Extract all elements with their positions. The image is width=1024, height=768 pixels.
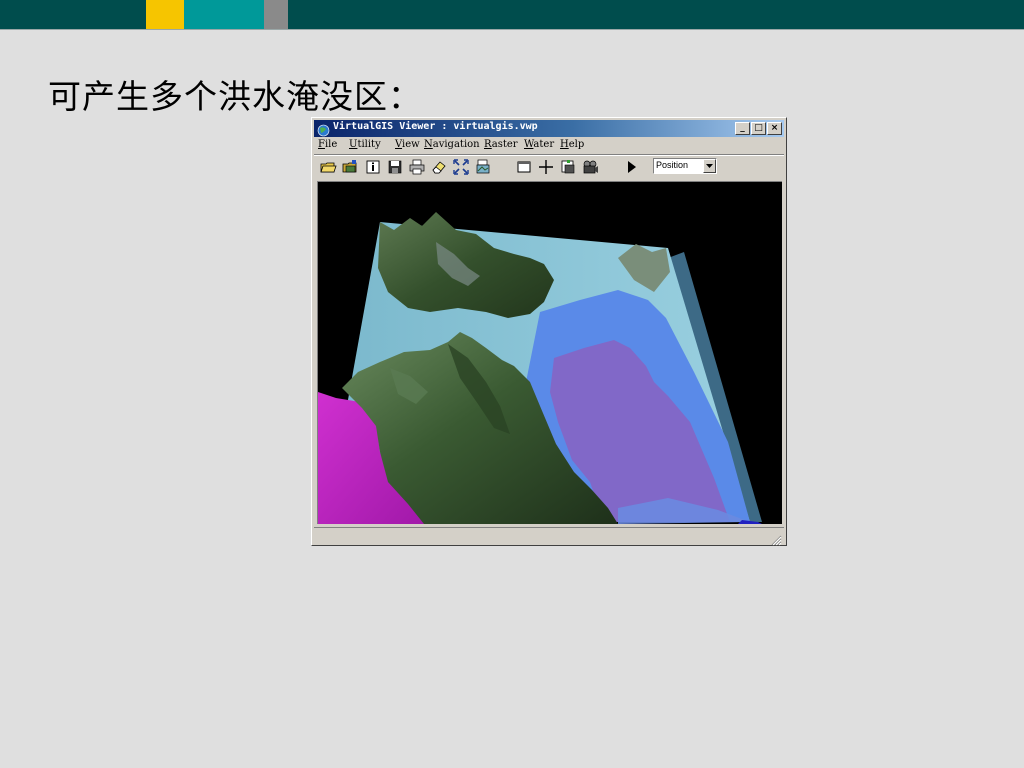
crosshair-icon[interactable] (537, 158, 555, 176)
virtualgis-window[interactable]: VirtualGIS Viewer : virtualgis.vwp _ □ ×… (311, 117, 787, 546)
menu-view[interactable]: View (395, 139, 420, 150)
window-titlebar[interactable]: VirtualGIS Viewer : virtualgis.vwp _ □ × (314, 120, 784, 137)
mode-select[interactable]: Position (653, 158, 717, 174)
band-segment-gray (264, 0, 288, 29)
print-icon[interactable] (408, 158, 426, 176)
window-controls: _ □ × (734, 122, 782, 135)
camera-icon[interactable] (581, 158, 599, 176)
menu-help[interactable]: Help (560, 139, 584, 150)
terrain-viewport[interactable] (317, 181, 782, 524)
terrain-flood-render (318, 212, 762, 524)
snapshot-icon[interactable] (559, 158, 577, 176)
band-segment-light-teal (184, 0, 264, 29)
layers-icon[interactable] (474, 158, 492, 176)
toolbar: Position (314, 156, 784, 178)
open-image-icon[interactable] (341, 158, 359, 176)
close-button[interactable]: × (767, 122, 782, 135)
menu-utility[interactable]: Utility (349, 139, 381, 150)
mountain-back (378, 212, 554, 318)
band-segment-teal (0, 0, 146, 29)
chevron-down-icon[interactable] (703, 159, 716, 173)
open-folder-icon[interactable] (319, 158, 337, 176)
menubar: File Utility View Navigation Raster Wate… (314, 138, 784, 154)
menu-file[interactable]: File (318, 139, 337, 150)
menu-navigation[interactable]: Navigation (424, 139, 480, 150)
menu-raster[interactable]: Raster (484, 139, 518, 150)
band-divider (0, 29, 1024, 30)
eraser-icon[interactable] (430, 158, 448, 176)
globe-icon[interactable] (317, 122, 330, 137)
play-icon[interactable] (622, 158, 640, 176)
fit-extent-icon[interactable] (452, 158, 470, 176)
band-segment-yellow (146, 0, 184, 29)
mode-select-value: Position (656, 160, 689, 170)
window-title: VirtualGIS Viewer : virtualgis.vwp (333, 121, 538, 132)
slide-title: 可产生多个洪水淹没区： (48, 77, 422, 116)
status-bar (314, 527, 784, 546)
menu-water[interactable]: Water (524, 139, 554, 150)
maximize-button[interactable]: □ (751, 122, 766, 135)
resize-grip-icon[interactable] (770, 531, 782, 546)
info-icon[interactable] (364, 158, 382, 176)
top-decor-band (0, 0, 1024, 29)
frame-icon[interactable] (515, 158, 533, 176)
save-icon[interactable] (386, 158, 404, 176)
minimize-button[interactable]: _ (735, 122, 750, 135)
